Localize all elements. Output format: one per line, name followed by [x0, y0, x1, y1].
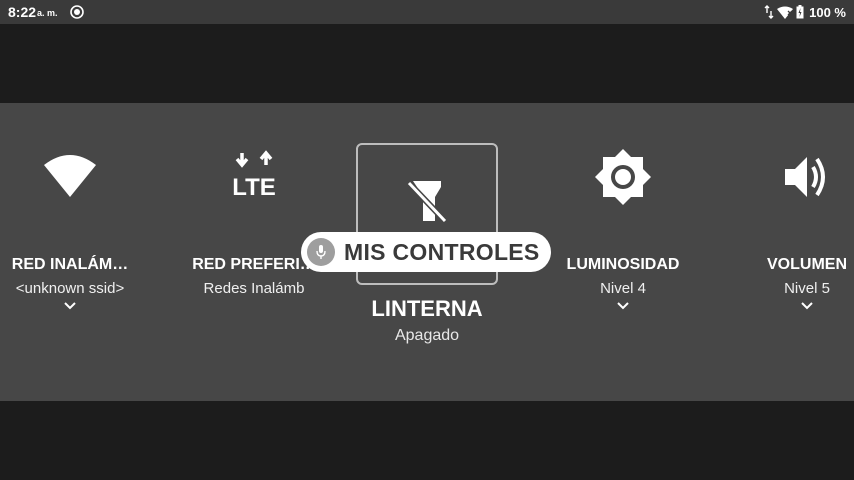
status-icons: 100 % — [764, 4, 846, 20]
brightness-icon — [595, 149, 651, 205]
tile-label: VOLUMEN — [767, 256, 847, 273]
tile-wifi[interactable]: RED INALÁM… <unknown ssid> — [0, 143, 140, 310]
data-arrows-icon — [764, 5, 774, 19]
tile-volume[interactable]: VOLUMEN Nivel 5 — [737, 143, 854, 310]
tile-status: Redes Inalámb — [203, 280, 305, 297]
focused-tile-status: Apagado — [394, 327, 460, 344]
wifi-icon — [44, 155, 96, 197]
tile-status: Nivel 5 — [784, 280, 830, 297]
tile-brightness[interactable]: LUMINOSIDAD Nivel 4 — [553, 143, 693, 310]
notification-icon — [70, 5, 84, 19]
tile-label: LUMINOSIDAD — [566, 256, 680, 273]
lte-icon-text: LTE — [232, 174, 276, 201]
battery-icon — [796, 5, 804, 19]
status-time: 8:22 — [8, 4, 37, 20]
status-bar: 8:22 a. m. 100 % — [0, 0, 854, 24]
my-controls-chip[interactable]: MIS CONTROLES — [301, 232, 551, 272]
battery-percent: 100 % — [809, 4, 846, 20]
wifi-status-icon — [777, 6, 794, 19]
flashlight-off-icon — [404, 178, 450, 226]
chevron-down-icon[interactable] — [800, 301, 814, 311]
chevron-down-icon[interactable] — [616, 301, 630, 311]
mic-icon — [307, 238, 335, 266]
tile-status: <unknown ssid> — [15, 280, 125, 297]
chevron-down-icon[interactable] — [63, 301, 77, 311]
focused-tile-label: LINTERNA — [371, 296, 483, 321]
tile-status: Nivel 4 — [600, 280, 646, 297]
lte-icon: LTE — [232, 150, 276, 201]
tile-label: RED INALÁM… — [11, 256, 129, 273]
status-ampm: a. m. — [37, 8, 58, 18]
chip-label: MIS CONTROLES — [344, 238, 540, 265]
volume-icon — [785, 157, 825, 197]
